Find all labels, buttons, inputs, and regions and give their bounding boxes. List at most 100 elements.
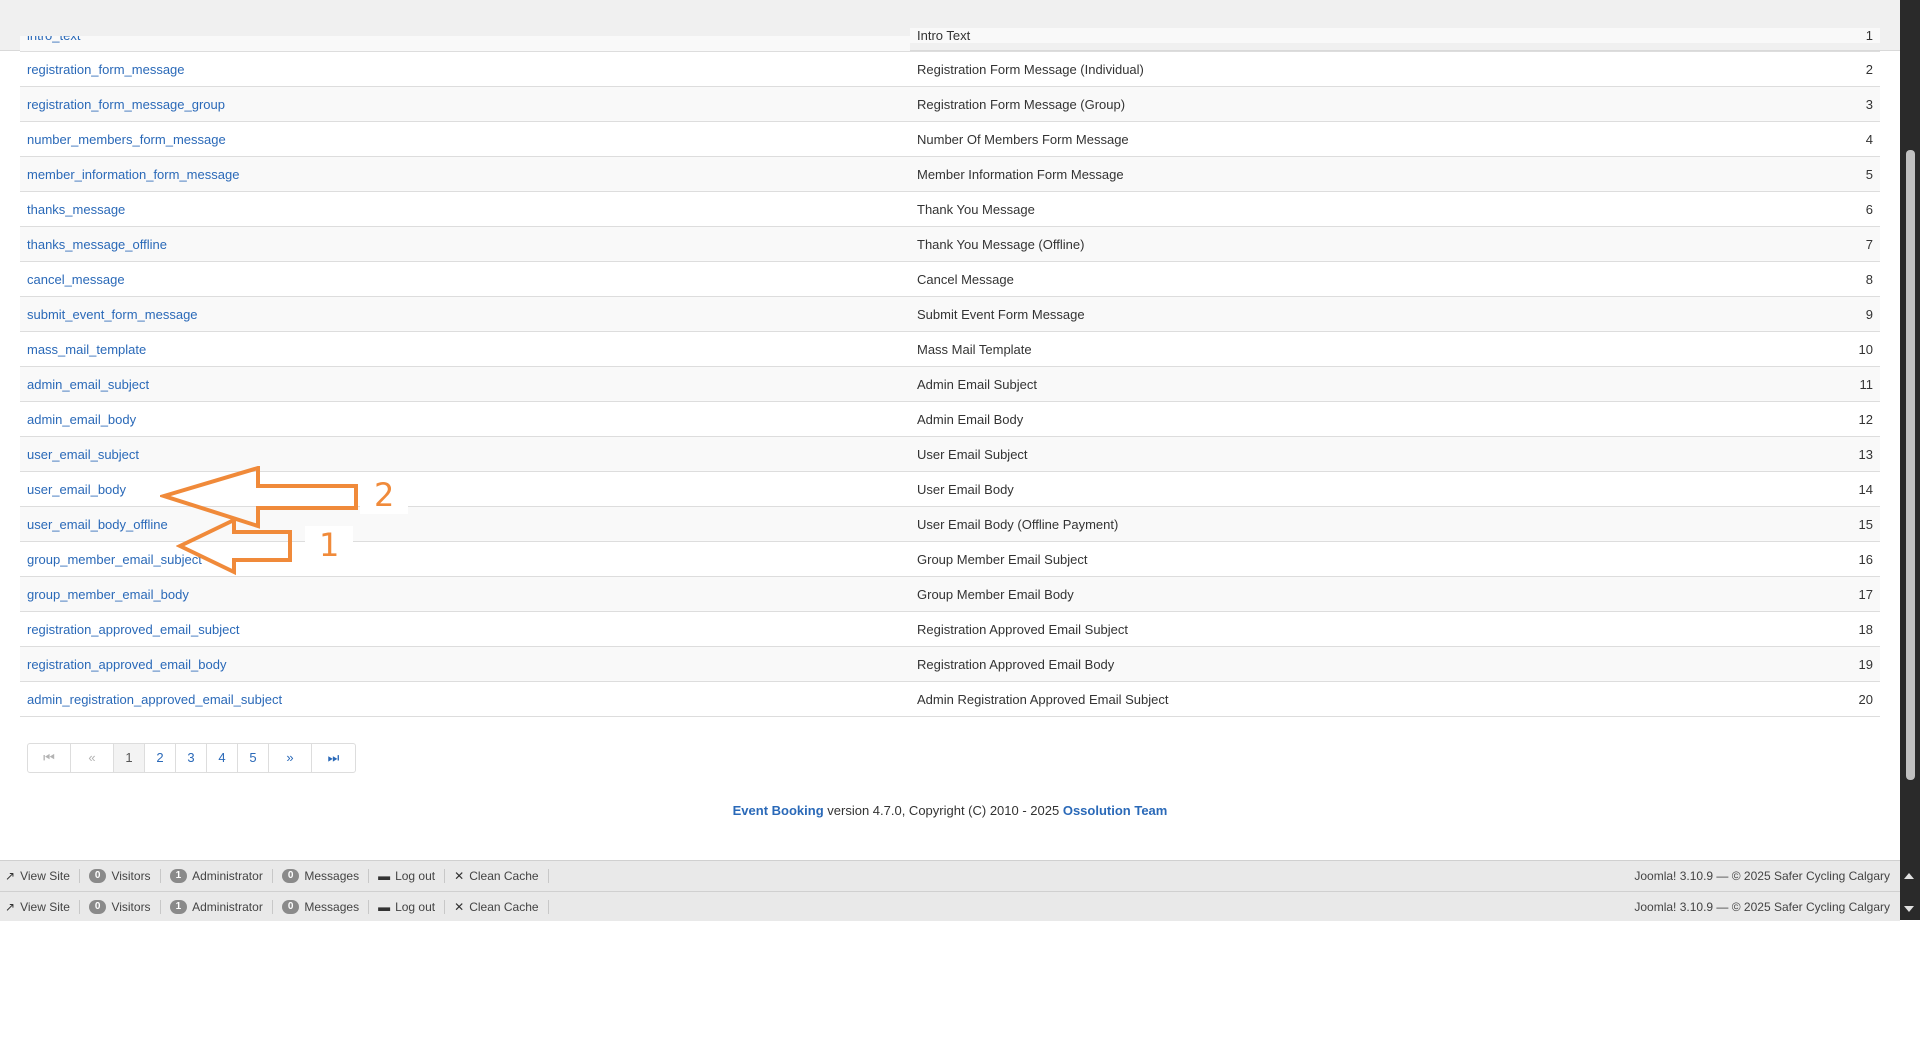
string-key-link[interactable]: cancel_message	[27, 272, 125, 287]
string-number: 8	[1865, 271, 1873, 287]
string-title: Admin Registration Approved Email Subjec…	[917, 691, 1169, 707]
string-number: 7	[1865, 236, 1873, 252]
string-title: User Email Body (Offline Payment)	[917, 516, 1119, 532]
messages-count-badge: 0	[281, 900, 300, 914]
string-number: 10	[1858, 341, 1873, 357]
visitors-label: Visitors	[111, 869, 151, 883]
ossolution-team-link[interactable]: Ossolution Team	[1063, 803, 1168, 818]
string-title: Member Information Form Message	[917, 166, 1124, 182]
string-number: 14	[1858, 481, 1873, 497]
string-key-link[interactable]: submit_event_form_message	[27, 307, 198, 322]
visitors-count-badge: 0	[88, 900, 107, 914]
string-key-link[interactable]: registration_approved_email_subject	[27, 622, 239, 637]
string-title: Registration Approved Email Subject	[917, 621, 1129, 637]
page-4-button[interactable]: 4	[207, 744, 238, 772]
string-key-link[interactable]: admin_registration_approved_email_subjec…	[27, 692, 282, 707]
string-number: 16	[1858, 551, 1873, 567]
administrator-status[interactable]: 1 Administrator	[161, 869, 273, 883]
string-number: 2	[1865, 61, 1873, 77]
administrator-label: Administrator	[192, 900, 263, 914]
page-3-button[interactable]: 3	[176, 744, 207, 772]
string-title: Admin Email Subject	[917, 376, 1037, 392]
string-key-link[interactable]: member_information_form_message	[27, 167, 239, 182]
string-number: 11	[1859, 376, 1874, 392]
table-row: number_members_form_message Number Of Mem…	[20, 122, 1880, 157]
string-key-link[interactable]: registration_form_message	[27, 62, 185, 77]
first-page-button[interactable]: ⏮	[28, 744, 71, 772]
blank-area	[0, 921, 1920, 1040]
string-number: 15	[1858, 516, 1873, 532]
view-site-link[interactable]: ↗ View Site	[0, 869, 80, 883]
view-site-label: View Site	[20, 869, 70, 883]
table-row: thanks_message Thank You Message 6	[20, 192, 1880, 227]
page-1-button[interactable]: 1	[114, 744, 145, 772]
administrator-status[interactable]: 1 Administrator	[161, 900, 273, 914]
messages-count-badge: 0	[281, 869, 300, 883]
string-key-link[interactable]: thanks_message_offline	[27, 237, 167, 252]
table-row: admin_email_body Admin Email Body 12	[20, 402, 1880, 437]
administrator-count-badge: 1	[169, 869, 188, 883]
previous-page-button[interactable]: «	[71, 744, 114, 772]
string-title: Number Of Members Form Message	[917, 131, 1129, 147]
clean-cache-label: Clean Cache	[469, 900, 539, 914]
string-number: 17	[1858, 586, 1873, 602]
clean-cache-link[interactable]: ✕ Clean Cache	[445, 869, 549, 883]
string-number: 18	[1858, 621, 1873, 637]
string-key-link[interactable]: thanks_message	[27, 202, 125, 217]
string-key-link[interactable]: user_email_body	[27, 482, 126, 497]
administrator-count-badge: 1	[169, 900, 188, 914]
table-row: registration_form_message_group Registrat…	[20, 86, 1880, 122]
messages-label: Messages	[304, 900, 360, 914]
external-link-icon: ↗	[5, 869, 16, 883]
scroll-down-arrow-icon[interactable]	[1904, 906, 1914, 912]
string-key-link[interactable]: admin_email_body	[27, 412, 136, 427]
string-title: Registration Form Message (Group)	[917, 96, 1126, 112]
string-key-link[interactable]: mass_mail_template	[27, 342, 146, 357]
view-site-link[interactable]: ↗ View Site	[0, 900, 80, 914]
string-key-link[interactable]: number_members_form_message	[27, 132, 226, 147]
logout-link[interactable]: ▬ Log out	[369, 869, 446, 883]
vertical-scrollbar[interactable]	[1900, 0, 1920, 920]
string-number: 9	[1865, 306, 1873, 322]
string-key-link[interactable]: registration_approved_email_body	[27, 657, 226, 672]
event-booking-link[interactable]: Event Booking	[733, 803, 824, 818]
table-row: registration_approved_email_body Registra…	[20, 646, 1880, 682]
administrator-label: Administrator	[192, 869, 263, 883]
copyright-text: version 4.7.0, Copyright (C) 2010 - 2025	[823, 803, 1063, 818]
string-key-link[interactable]: admin_email_subject	[27, 377, 149, 392]
messages-label: Messages	[304, 869, 360, 883]
logout-link[interactable]: ▬ Log out	[369, 900, 446, 914]
string-number: 19	[1858, 656, 1873, 672]
last-page-button[interactable]: ⏭	[312, 744, 355, 772]
string-key-link[interactable]: intro_text	[27, 36, 80, 43]
messages-status[interactable]: 0 Messages	[273, 900, 370, 914]
string-title: Group Member Email Body	[917, 586, 1074, 602]
external-link-icon: ↗	[5, 900, 16, 914]
page-2-button[interactable]: 2	[145, 744, 176, 772]
logout-label: Log out	[395, 869, 436, 883]
minus-icon: ▬	[378, 900, 391, 914]
scrollbar-thumb[interactable]	[1906, 150, 1915, 780]
string-key-link[interactable]: user_email_subject	[27, 447, 139, 462]
table-row: registration_form_message Registration Fo…	[20, 52, 1880, 87]
visitors-status[interactable]: 0 Visitors	[80, 900, 161, 914]
annotation-number-1: 1	[305, 526, 354, 564]
messages-status[interactable]: 0 Messages	[273, 869, 370, 883]
clean-cache-link[interactable]: ✕ Clean Cache	[445, 900, 549, 914]
table-row: member_information_form_message Member In…	[20, 156, 1880, 192]
table-row: admin_registration_approved_email_subjec…	[20, 682, 1880, 717]
scroll-up-arrow-icon[interactable]	[1904, 873, 1914, 879]
string-key-link[interactable]: registration_form_message_group	[27, 97, 225, 112]
table-row: intro_text Intro Text 1	[20, 28, 1880, 52]
string-title: Admin Email Body	[917, 411, 1024, 427]
page-5-button[interactable]: 5	[238, 744, 269, 772]
visitors-status[interactable]: 0 Visitors	[80, 869, 161, 883]
string-key-link[interactable]: user_email_body_offline	[27, 517, 168, 532]
next-page-button[interactable]: »	[269, 744, 312, 772]
string-title: User Email Body	[917, 481, 1014, 497]
string-number: 6	[1865, 201, 1873, 217]
string-key-link[interactable]: group_member_email_body	[27, 587, 189, 602]
string-title: Submit Event Form Message	[917, 306, 1085, 322]
clean-cache-icon: ✕	[454, 900, 465, 914]
table-row: registration_approved_email_subject Regis…	[20, 612, 1880, 647]
